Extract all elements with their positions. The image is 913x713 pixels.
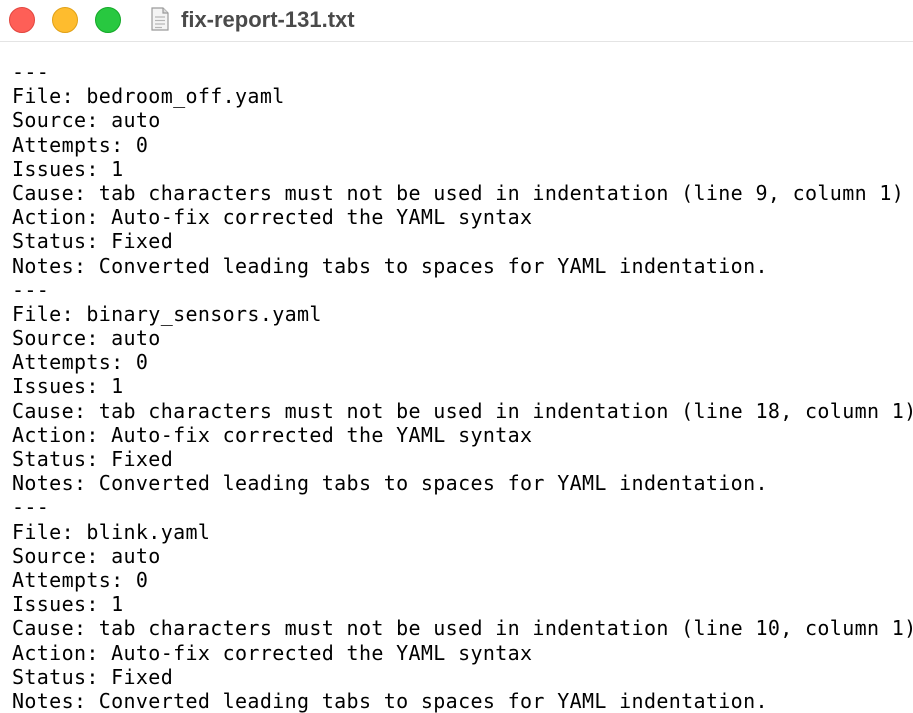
window-titlebar: fix-report-131.txt — [0, 0, 913, 42]
text-document-icon — [151, 7, 169, 31]
document-line: Cause: tab characters must not be used i… — [12, 616, 913, 641]
document-line: Issues: 1 — [12, 156, 124, 181]
document-line: Source: auto — [12, 326, 161, 351]
separator-line: --- — [12, 277, 50, 302]
document-line: Source: auto — [12, 108, 161, 133]
document-line: Attempts: 0 — [12, 132, 149, 157]
document-line: Attempts: 0 — [12, 567, 149, 592]
document-line: Issues: 1 — [12, 592, 124, 617]
close-window-button[interactable] — [9, 7, 35, 33]
window-title: fix-report-131.txt — [181, 7, 355, 32]
document-line: Attempts: 0 — [12, 350, 149, 375]
document-line: File: blink.yaml — [12, 519, 211, 544]
document-line: Issues: 1 — [12, 374, 124, 399]
document-line: Notes: Converted leading tabs to spaces … — [12, 471, 768, 496]
document-line: File: binary_sensors.yaml — [12, 301, 322, 326]
zoom-window-button[interactable] — [95, 7, 121, 33]
document-line: Cause: tab characters must not be used i… — [12, 398, 913, 423]
document-line: Status: Fixed — [12, 664, 174, 689]
separator-line: --- — [12, 60, 50, 84]
document-line: Source: auto — [12, 543, 161, 568]
document-line: File: bedroom_off.yaml — [12, 84, 285, 109]
document-line: Notes: Converted leading tabs to spaces … — [12, 253, 768, 278]
document-line: Status: Fixed — [12, 447, 174, 471]
separator-line: --- — [12, 495, 50, 520]
document-line: Action: Auto-fix corrected the YAML synt… — [12, 205, 533, 230]
document-line: Notes: Converted leading tabs to spaces … — [12, 688, 768, 713]
document-line: Action: Auto-fix corrected the YAML synt… — [12, 640, 533, 665]
document-line: Cause: tab characters must not be used i… — [12, 180, 905, 205]
minimize-window-button[interactable] — [52, 7, 78, 33]
document-line: Status: Fixed — [12, 229, 174, 254]
document-text-area[interactable]: --- File: bedroom_off.yaml Source: auto Att… — [12, 60, 913, 713]
document-line: Action: Auto-fix corrected the YAML synt… — [12, 422, 533, 447]
